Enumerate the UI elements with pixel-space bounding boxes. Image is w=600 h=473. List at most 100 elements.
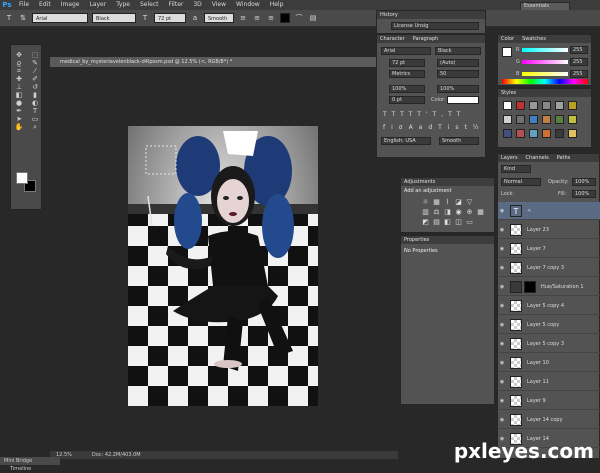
history-brush-tool-icon[interactable]: ↺ [27, 83, 43, 91]
layer-filter-kind[interactable]: Kind [501, 165, 531, 173]
tab-swatches[interactable]: Swatches [522, 35, 546, 43]
tab-layers[interactable]: Layers [501, 154, 518, 162]
char-baseline-shift[interactable]: 0 pt [389, 96, 425, 104]
char-opentype-buttons[interactable]: fiσAadTist½ [383, 124, 485, 131]
green-slider[interactable] [522, 60, 568, 64]
type-tool-icon[interactable]: T [27, 107, 43, 115]
menu-type[interactable]: Type [111, 0, 135, 10]
mini-bridge-tab[interactable]: Mini Bridge Timeline [0, 457, 60, 465]
move-tool-icon[interactable]: ✥ [11, 51, 27, 59]
threshold-adjust-icon[interactable]: ◧ [443, 218, 452, 226]
healing-tool-icon[interactable]: ✚ [11, 75, 27, 83]
gradient-map-adjust-icon[interactable]: ▭ [465, 218, 474, 226]
blue-slider[interactable] [522, 72, 568, 76]
char-anti-alias[interactable]: Smooth [439, 137, 479, 145]
layer-row[interactable]: ◉ Layer 10 [498, 354, 600, 372]
warp-text-icon[interactable]: ⌒ [294, 13, 304, 23]
invert-adjust-icon[interactable]: ◩ [421, 218, 430, 226]
bw-adjust-icon[interactable]: ◨ [443, 208, 452, 216]
style-swatch[interactable] [555, 101, 564, 110]
char-vertical-scale[interactable]: 100% [389, 85, 425, 93]
char-horizontal-scale[interactable]: 100% [437, 85, 479, 93]
style-swatch[interactable] [516, 101, 525, 110]
menu-filter[interactable]: Filter [164, 0, 189, 10]
menu-3d[interactable]: 3D [188, 0, 206, 10]
char-tracking[interactable]: 50 [437, 70, 479, 78]
char-kerning[interactable]: Metrics [389, 70, 425, 78]
layer-row[interactable]: ◉ Layer 7 [498, 240, 600, 258]
styles-panel-title[interactable]: Styles [501, 89, 516, 97]
style-swatch[interactable] [529, 129, 538, 138]
tab-character[interactable]: Character [380, 35, 405, 43]
font-size-select[interactable]: 72 pt [154, 13, 186, 23]
visibility-eye-icon[interactable]: ◉ [498, 417, 506, 423]
color-ramp[interactable] [502, 79, 588, 84]
red-value[interactable]: 255 [570, 46, 588, 54]
char-font-size[interactable]: 72 pt [389, 59, 425, 67]
eraser-tool-icon[interactable]: ◧ [11, 91, 27, 99]
style-swatch[interactable] [542, 101, 551, 110]
style-swatch[interactable] [568, 101, 577, 110]
lookup-adjust-icon[interactable]: ▦ [476, 208, 485, 216]
char-color-swatch[interactable] [447, 96, 479, 104]
menu-view[interactable]: View [207, 0, 231, 10]
selective-color-adjust-icon[interactable]: ◫ [454, 218, 463, 226]
type-tool-icon[interactable]: T [4, 13, 14, 23]
style-swatch[interactable] [568, 129, 577, 138]
character-panel-icon[interactable]: ▤ [308, 13, 318, 23]
style-swatch[interactable] [542, 115, 551, 124]
visibility-eye-icon[interactable]: ◉ [498, 322, 506, 328]
menu-window[interactable]: Window [231, 0, 265, 10]
layer-row[interactable]: ◉ T < [498, 202, 600, 220]
anti-alias-select[interactable]: Smooth [204, 13, 234, 23]
gradient-tool-icon[interactable]: ▮ [27, 91, 43, 99]
dodge-tool-icon[interactable]: ◐ [27, 99, 43, 107]
style-swatch[interactable] [503, 115, 512, 124]
tab-color[interactable]: Color [501, 35, 514, 43]
document-tab[interactable]: medical_by_mysteriavelenblack-d4lpssm.ps… [50, 57, 380, 67]
layer-row[interactable]: ◉ Layer 5 copy 4 [498, 297, 600, 315]
foreground-color-swatch[interactable] [16, 172, 28, 184]
eyedropper-tool-icon[interactable]: ⁄ [27, 67, 43, 75]
char-style-buttons[interactable]: TTTTT'T,TT [383, 111, 465, 118]
marquee-tool-icon[interactable]: ⬚ [27, 51, 43, 59]
layer-row[interactable]: ◉ Layer 14 copy [498, 411, 600, 429]
opacity-value[interactable]: 100% [572, 178, 596, 186]
pen-tool-icon[interactable]: ✒ [11, 107, 27, 115]
style-swatch[interactable] [555, 115, 564, 124]
menu-image[interactable]: Image [56, 0, 85, 10]
style-swatch[interactable] [503, 129, 512, 138]
properties-panel-title[interactable]: Properties [404, 236, 429, 244]
layer-row[interactable]: ◉ Layer 7 copy 3 [498, 259, 600, 277]
shape-tool-icon[interactable]: ▭ [27, 115, 43, 123]
red-slider[interactable] [522, 48, 568, 52]
style-swatch[interactable] [542, 129, 551, 138]
menu-edit[interactable]: Edit [34, 0, 56, 10]
style-swatch[interactable] [529, 101, 538, 110]
style-swatch[interactable] [503, 101, 512, 110]
tab-paragraph[interactable]: Paragraph [413, 35, 439, 43]
text-color-swatch[interactable] [280, 13, 290, 23]
visibility-eye-icon[interactable]: ◉ [498, 208, 506, 214]
curves-adjust-icon[interactable]: ⌇ [443, 198, 452, 206]
vibrance-adjust-icon[interactable]: ▽ [465, 198, 474, 206]
visibility-eye-icon[interactable]: ◉ [498, 265, 506, 271]
color-fg-swatch[interactable] [502, 47, 512, 57]
layer-row[interactable]: ◉ Layer 23 [498, 221, 600, 239]
photo-filter-adjust-icon[interactable]: ◉ [454, 208, 463, 216]
menu-file[interactable]: File [14, 0, 34, 10]
brush-tool-icon[interactable]: ✐ [27, 75, 43, 83]
hue-adjust-icon[interactable]: ▥ [421, 208, 430, 216]
menu-select[interactable]: Select [135, 0, 164, 10]
fill-value[interactable]: 100% [572, 190, 596, 198]
document-image[interactable] [128, 126, 318, 406]
timeline-label[interactable]: Timeline [10, 466, 31, 472]
layer-row[interactable]: ◉ Layer 11 [498, 373, 600, 391]
green-value[interactable]: 255 [570, 58, 588, 66]
crop-tool-icon[interactable]: ⌗ [11, 67, 27, 75]
visibility-eye-icon[interactable]: ◉ [498, 360, 506, 366]
color-balance-adjust-icon[interactable]: ⚖ [432, 208, 441, 216]
align-left-icon[interactable]: ≡ [238, 13, 248, 23]
font-style-select[interactable]: Black [92, 13, 136, 23]
posterize-adjust-icon[interactable]: ▤ [432, 218, 441, 226]
